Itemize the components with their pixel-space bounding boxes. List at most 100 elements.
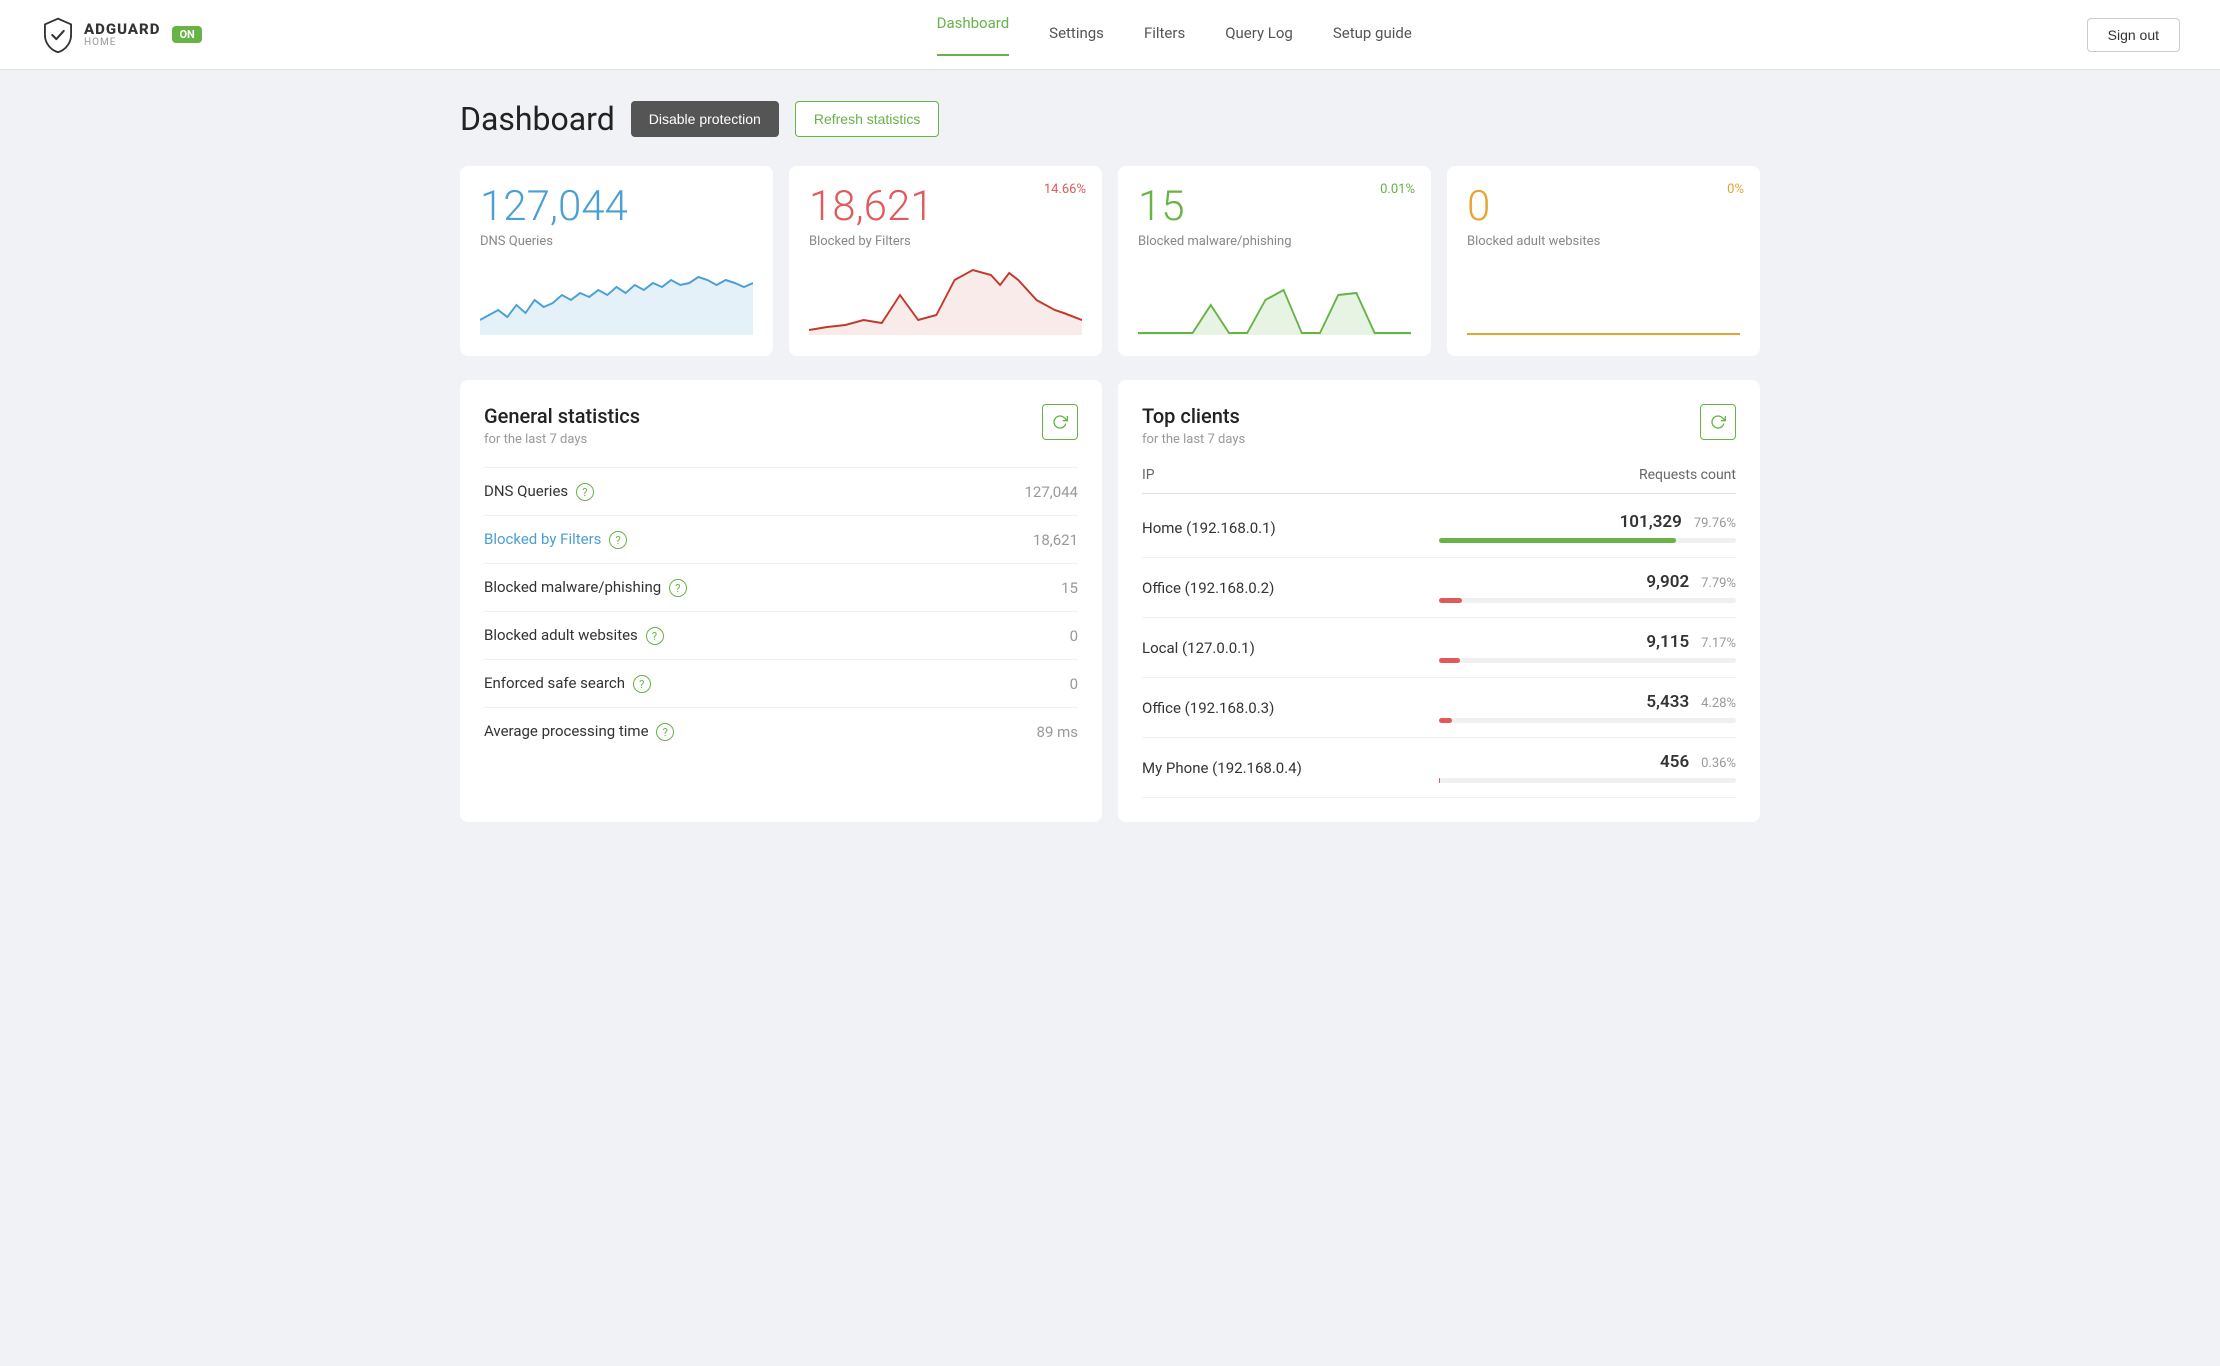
client-count-4: 456 xyxy=(1660,752,1689,772)
navbar: ADGUARD HOME ON Dashboard Settings Filte… xyxy=(0,0,2220,70)
client-pct-2: 7.17% xyxy=(1701,636,1736,651)
stat-card-3: 0% 0 Blocked adult websites xyxy=(1447,166,1760,356)
col-requests-header: Requests count xyxy=(1439,467,1736,483)
bottom-section: General statistics for the last 7 days D… xyxy=(460,380,1760,822)
table-row: Blocked malware/phishing ? 15 xyxy=(484,564,1078,612)
client-pct-4: 0.36% xyxy=(1701,756,1736,771)
stat-percent-3: 0% xyxy=(1727,182,1744,197)
stat-label-1: Blocked by Filters xyxy=(809,234,1082,249)
clients-table-header: IP Requests count xyxy=(1142,467,1736,494)
client-right-3: 5,433 4.28% xyxy=(1439,692,1736,723)
progress-bar-wrap-2 xyxy=(1439,658,1736,663)
help-icon-5[interactable]: ? xyxy=(656,723,674,741)
main-content: Dashboard Disable protection Refresh sta… xyxy=(410,70,1810,852)
help-icon-2[interactable]: ? xyxy=(669,579,687,597)
client-pct-0: 79.76% xyxy=(1694,516,1736,531)
chart-area-2 xyxy=(1138,265,1411,335)
stat-percent-1: 14.66% xyxy=(1044,182,1086,197)
client-right-0: 101,329 79.76% xyxy=(1439,512,1736,543)
nav-querylog[interactable]: Query Log xyxy=(1225,24,1293,46)
general-stats-panel: General statistics for the last 7 days D… xyxy=(460,380,1102,822)
client-count-2: 9,115 xyxy=(1646,632,1689,652)
progress-bar-wrap-3 xyxy=(1439,718,1736,723)
page-title: Dashboard xyxy=(460,100,615,138)
stat-label-3: Blocked adult websites xyxy=(1467,234,1740,249)
progress-bar-3 xyxy=(1439,718,1452,723)
refresh-statistics-button[interactable]: Refresh statistics xyxy=(795,101,940,137)
stat-card-0: 127,044 DNS Queries xyxy=(460,166,773,356)
brand-text: ADGUARD HOME xyxy=(84,21,160,49)
disable-protection-button[interactable]: Disable protection xyxy=(631,101,779,137)
help-icon-1[interactable]: ? xyxy=(609,531,627,549)
client-right-2: 9,115 7.17% xyxy=(1439,632,1736,663)
client-name-2: Local (127.0.0.1) xyxy=(1142,639,1439,657)
stat-cards: 127,044 DNS Queries 14.66% 18,621 Blocke… xyxy=(460,166,1760,356)
stat-percent-2: 0.01% xyxy=(1380,182,1415,197)
list-item: Office (192.168.0.3) 5,433 4.28% xyxy=(1142,678,1736,738)
general-stats-table: DNS Queries ? 127,044 Blocked by Filters… xyxy=(484,467,1078,755)
progress-bar-4 xyxy=(1439,778,1440,783)
stat-row-value-5: 89 ms xyxy=(954,708,1078,756)
client-name-1: Office (192.168.0.2) xyxy=(1142,579,1439,597)
top-clients-subtitle: for the last 7 days xyxy=(1142,432,1245,447)
general-stats-title-block: General statistics for the last 7 days xyxy=(484,404,640,447)
general-stats-subtitle: for the last 7 days xyxy=(484,432,640,447)
stat-row-label-1[interactable]: Blocked by Filters ? xyxy=(484,516,954,564)
signout-button[interactable]: Sign out xyxy=(2087,18,2180,52)
brand-logo xyxy=(40,17,76,53)
page-header: Dashboard Disable protection Refresh sta… xyxy=(460,100,1760,138)
status-badge: ON xyxy=(172,26,201,43)
client-right-4: 456 0.36% xyxy=(1439,752,1736,783)
stat-row-label-2: Blocked malware/phishing ? xyxy=(484,564,954,612)
nav-filters[interactable]: Filters xyxy=(1144,24,1185,46)
top-clients-title-block: Top clients for the last 7 days xyxy=(1142,404,1245,447)
list-item: Home (192.168.0.1) 101,329 79.76% xyxy=(1142,498,1736,558)
table-row: Blocked adult websites ? 0 xyxy=(484,612,1078,660)
stat-label-0: DNS Queries xyxy=(480,234,753,249)
progress-bar-0 xyxy=(1439,538,1676,543)
nav-settings[interactable]: Settings xyxy=(1049,24,1104,46)
top-clients-panel: Top clients for the last 7 days IP Reque… xyxy=(1118,380,1760,822)
stat-row-label-3: Blocked adult websites ? xyxy=(484,612,954,660)
client-count-0: 101,329 xyxy=(1620,512,1682,532)
progress-bar-wrap-1 xyxy=(1439,598,1736,603)
client-count-1: 9,902 xyxy=(1646,572,1689,592)
table-row: DNS Queries ? 127,044 xyxy=(484,468,1078,516)
help-icon-4[interactable]: ? xyxy=(633,675,651,693)
stat-label-2: Blocked malware/phishing xyxy=(1138,234,1411,249)
table-row: Average processing time ? 89 ms xyxy=(484,708,1078,756)
client-name-4: My Phone (192.168.0.4) xyxy=(1142,759,1439,777)
stat-row-label-5: Average processing time ? xyxy=(484,708,954,756)
stat-value-2: 15 xyxy=(1138,186,1411,228)
top-clients-title: Top clients xyxy=(1142,404,1245,428)
brand-name: ADGUARD xyxy=(84,21,160,38)
chart-area-1 xyxy=(809,265,1082,335)
stat-value-0: 127,044 xyxy=(480,186,753,228)
help-icon-3[interactable]: ? xyxy=(646,627,664,645)
stat-row-value-0: 127,044 xyxy=(954,468,1078,516)
reload-icon xyxy=(1052,414,1068,430)
chart-area-0 xyxy=(480,265,753,335)
stat-row-value-3: 0 xyxy=(954,612,1078,660)
top-clients-reload-button[interactable] xyxy=(1700,404,1736,440)
general-stats-reload-button[interactable] xyxy=(1042,404,1078,440)
client-pct-3: 4.28% xyxy=(1701,696,1736,711)
brand: ADGUARD HOME ON xyxy=(40,17,202,53)
progress-bar-wrap-4 xyxy=(1439,778,1736,783)
nav-setupguide[interactable]: Setup guide xyxy=(1333,24,1412,46)
stat-card-2: 0.01% 15 Blocked malware/phishing xyxy=(1118,166,1431,356)
stat-row-value-4: 0 xyxy=(954,660,1078,708)
list-item: Local (127.0.0.1) 9,115 7.17% xyxy=(1142,618,1736,678)
nav-dashboard[interactable]: Dashboard xyxy=(937,14,1010,56)
stat-card-1: 14.66% 18,621 Blocked by Filters xyxy=(789,166,1102,356)
progress-bar-2 xyxy=(1439,658,1460,663)
client-name-0: Home (192.168.0.1) xyxy=(1142,519,1439,537)
stat-row-label-0: DNS Queries ? xyxy=(484,468,954,516)
nav-links: Dashboard Settings Filters Query Log Set… xyxy=(262,14,2087,56)
client-count-3: 5,433 xyxy=(1646,692,1689,712)
client-name-3: Office (192.168.0.3) xyxy=(1142,699,1439,717)
stat-value-3: 0 xyxy=(1467,186,1740,228)
stat-row-label-4: Enforced safe search ? xyxy=(484,660,954,708)
help-icon-0[interactable]: ? xyxy=(576,483,594,501)
top-clients-header: Top clients for the last 7 days xyxy=(1142,404,1736,447)
